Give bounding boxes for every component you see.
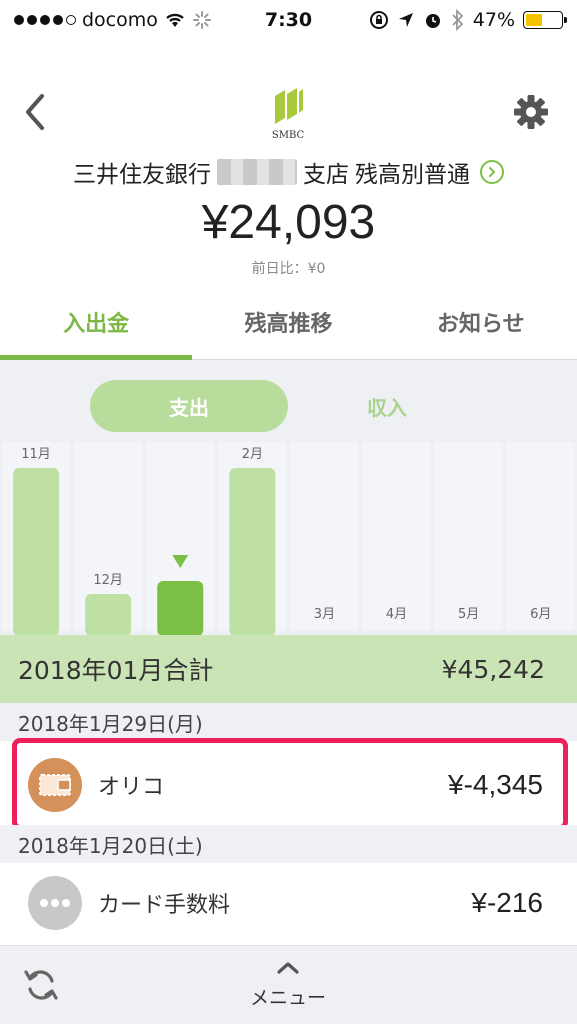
nav-bar: SMBC [0,80,577,150]
account-type: 残高別普通 [355,162,470,188]
tab-balance-history[interactable]: 残高推移 [192,298,384,359]
branch-name-redacted [217,159,297,185]
balance-diff: 前日比：¥0 [251,261,326,277]
bank-name: 三井住友銀行 [73,162,211,188]
chevron-right-icon[interactable] [480,160,504,184]
account-selector[interactable]: 三井住友銀行 支店 残高別普通 [0,155,577,189]
menu-label: メニュー [249,987,326,1009]
chart-column-bg [362,442,431,630]
chart-tick-label: 5月 [458,607,479,622]
chevron-up-icon [277,962,299,974]
chart-tick-label: 6月 [530,607,551,622]
chart-area: 11月 12月 2月 3月 4月 5月 6月 支出 収入 [0,360,577,635]
back-button[interactable] [18,90,58,134]
chart-tick-label: 4月 [386,607,407,622]
chart-tick-label: 11月 [21,447,51,462]
transaction-row[interactable]: オリコ ¥-4,345 [0,745,577,825]
chart-tick-label: 2月 [242,447,263,462]
logo-text: SMBC [271,130,305,141]
chart-column-bg [434,442,503,630]
expense-toggle[interactable]: 支出 [90,380,288,432]
chart-tick-label: 3月 [314,607,335,622]
chevron-left-icon [26,94,44,130]
status-bar: docomo 7:30 47% [0,0,577,40]
battery-percent: 47% [472,9,515,31]
gear-icon [514,95,548,129]
alarm-icon [425,14,440,28]
transaction-amount: ¥-4,345 [448,769,543,800]
tab-transactions[interactable]: 入出金 [0,298,193,360]
transaction-amount: ¥-216 [471,887,543,918]
chart-column-bg [290,442,359,630]
refresh-button[interactable] [22,966,60,1004]
date-header: 2018年1月20日(土) [0,825,577,863]
refresh-icon [24,970,58,1000]
monthly-total-label: 2018年01月合計 [18,656,214,685]
balance-amount: ¥24,093 [201,196,376,249]
transaction-row[interactable]: カード手数料 ¥-216 [0,863,577,943]
rotation-lock-icon [369,11,388,29]
loading-icon [192,11,211,29]
transaction-name: オリコ [98,775,165,800]
chart-column-bg [506,442,575,630]
income-toggle[interactable]: 収入 [288,380,486,432]
bottom-bar: メニュー [0,945,577,1024]
card-icon [28,758,82,812]
wifi-icon [166,13,184,27]
monthly-total: 2018年01月合計 ¥45,242 [0,635,577,703]
carrier-label: docomo [82,9,158,31]
transaction-name: カード手数料 [98,893,231,918]
signal-icon [14,15,76,25]
battery-icon [523,11,567,29]
chart-tick-label: 12月 [93,573,123,588]
chart-bar-2月[interactable] [229,468,276,635]
menu-button[interactable]: メニュー [238,960,338,1016]
bluetooth-icon [452,9,464,31]
date-header: 2018年1月29日(月) [0,703,577,741]
smbc-logo: SMBC [263,86,313,146]
settings-button[interactable] [511,92,551,132]
chart-bar-11月[interactable] [13,468,60,635]
tab-notifications[interactable]: お知らせ [385,298,577,359]
monthly-total-amount: ¥45,242 [441,654,545,684]
chart-bar-12月[interactable] [85,594,132,635]
chart-bar-1月[interactable] [157,581,204,635]
location-icon [398,13,413,27]
more-icon [28,876,82,930]
tab-bar: 入出金 残高推移 お知らせ [0,298,577,360]
branch-label: 支店 [303,162,349,188]
